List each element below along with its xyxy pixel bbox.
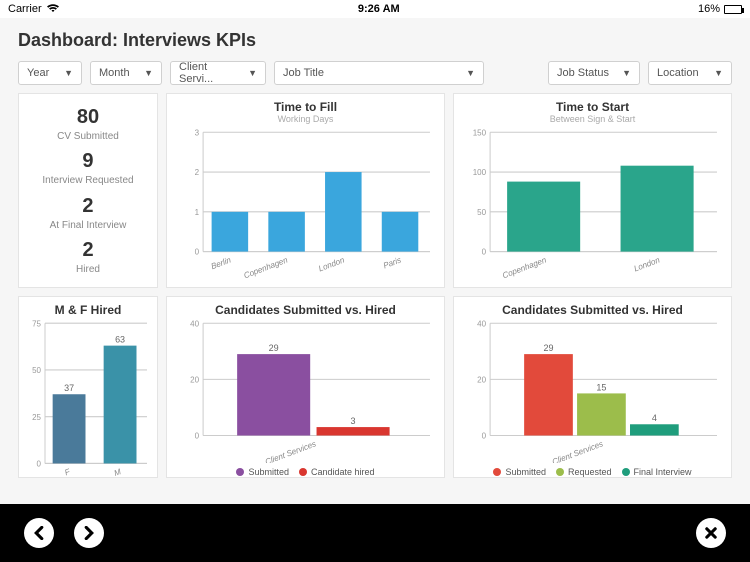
svg-text:37: 37 — [64, 383, 74, 393]
svg-text:0: 0 — [482, 248, 487, 257]
svg-text:M: M — [113, 467, 123, 478]
battery-icon — [724, 5, 742, 14]
legend-item: Submitted — [236, 467, 289, 477]
svg-text:20: 20 — [190, 375, 199, 384]
chevron-down-icon: ▼ — [466, 68, 475, 78]
svg-text:100: 100 — [473, 168, 487, 177]
kpi-item: 2 At Final Interview — [50, 195, 127, 231]
chevron-down-icon: ▼ — [144, 68, 153, 78]
svg-text:29: 29 — [543, 343, 553, 353]
chart-time-to-fill: Time to Fill Working Days 0 1 2 3 Berlin Cope… — [166, 93, 445, 288]
chart-title: Time to Fill — [175, 100, 436, 114]
battery-pct: 16% — [698, 3, 720, 15]
chart-mf-hired: M & F Hired 0 25 50 75 37 F 63 M — [18, 296, 158, 478]
carrier-label: Carrier — [8, 3, 42, 15]
svg-text:3: 3 — [195, 128, 200, 137]
chart-subtitle: Between Sign & Start — [462, 114, 723, 124]
page-title: Dashboard: Interviews KPIs — [18, 24, 732, 61]
svg-text:Client Services: Client Services — [264, 439, 317, 462]
filter-client-servi-[interactable]: Client Servi...▼ — [170, 61, 266, 85]
svg-text:40: 40 — [477, 319, 486, 328]
legend-swatch — [622, 468, 630, 476]
svg-text:London: London — [633, 255, 662, 273]
kpi-item: 2 Hired — [76, 239, 100, 275]
legend-swatch — [493, 468, 501, 476]
svg-text:Berlin: Berlin — [210, 255, 233, 271]
chevron-down-icon: ▼ — [248, 68, 257, 78]
kpi-label: Hired — [76, 264, 100, 275]
kpi-value: 2 — [82, 195, 93, 218]
legend-item: Submitted — [493, 467, 546, 477]
svg-text:50: 50 — [32, 366, 41, 375]
svg-text:Client Services: Client Services — [551, 439, 604, 462]
chart-title: Candidates Submitted vs. Hired — [175, 303, 436, 317]
close-button[interactable] — [696, 518, 726, 548]
chevron-down-icon: ▼ — [622, 68, 631, 78]
legend-swatch — [556, 468, 564, 476]
status-bar: Carrier 9:26 AM 16% — [0, 0, 750, 18]
chart-subtitle: Working Days — [175, 114, 436, 124]
kpi-summary-card: 80 CV Submitted 9 Interview Requested 2 At Fi… — [18, 93, 158, 288]
filter-bar: Year▼ Month▼ Client Servi...▼ Job Title▼ Job… — [18, 61, 732, 85]
filter-location[interactable]: Location▼ — [648, 61, 732, 85]
kpi-value: 2 — [82, 239, 93, 262]
prev-button[interactable] — [24, 518, 54, 548]
svg-text:London: London — [317, 255, 346, 273]
svg-text:Paris: Paris — [382, 255, 402, 270]
svg-text:2: 2 — [195, 168, 200, 177]
next-button[interactable] — [74, 518, 104, 548]
svg-text:Copenhagen: Copenhagen — [501, 255, 548, 280]
filter-year[interactable]: Year▼ — [18, 61, 82, 85]
svg-text:40: 40 — [190, 319, 199, 328]
chevron-down-icon: ▼ — [64, 68, 73, 78]
legend-swatch — [299, 468, 307, 476]
svg-text:0: 0 — [195, 432, 200, 441]
svg-text:0: 0 — [195, 248, 200, 257]
filter-job-title[interactable]: Job Title▼ — [274, 61, 484, 85]
legend-item: Final Interview — [622, 467, 692, 477]
wifi-icon — [46, 3, 60, 16]
svg-text:29: 29 — [269, 343, 279, 353]
chart-sub-vs-hired-b: Candidates Submitted vs. Hired 0 20 40 29 15… — [453, 296, 732, 478]
svg-text:150: 150 — [473, 128, 487, 137]
filter-job-status[interactable]: Job Status▼ — [548, 61, 640, 85]
svg-text:1: 1 — [195, 208, 200, 217]
kpi-label: Interview Requested — [42, 175, 133, 186]
filter-month[interactable]: Month▼ — [90, 61, 162, 85]
svg-text:63: 63 — [115, 334, 125, 344]
chart-time-to-start: Time to Start Between Sign & Start 0 50 10… — [453, 93, 732, 288]
chart-legend: Submitted Requested Final Interview — [462, 463, 723, 477]
kpi-label: CV Submitted — [57, 131, 119, 142]
svg-text:4: 4 — [652, 413, 657, 423]
svg-text:15: 15 — [596, 382, 606, 392]
svg-text:0: 0 — [37, 459, 42, 468]
svg-text:Copenhagen: Copenhagen — [243, 255, 290, 280]
chevron-down-icon: ▼ — [714, 68, 723, 78]
chart-sub-vs-hired-a: Candidates Submitted vs. Hired 0 20 40 29 3 C… — [166, 296, 445, 478]
svg-text:F: F — [64, 467, 73, 478]
svg-text:50: 50 — [477, 208, 486, 217]
chart-title: Time to Start — [462, 100, 723, 114]
legend-item: Candidate hired — [299, 467, 375, 477]
kpi-item: 80 CV Submitted — [57, 106, 119, 142]
svg-text:20: 20 — [477, 375, 486, 384]
kpi-value: 9 — [82, 150, 93, 173]
dashboard-content: Dashboard: Interviews KPIs Year▼ Month▼ Cl… — [0, 18, 750, 504]
svg-text:75: 75 — [32, 319, 41, 328]
svg-text:0: 0 — [482, 432, 487, 441]
chart-legend: Submitted Candidate hired — [175, 463, 436, 477]
svg-text:3: 3 — [351, 416, 356, 426]
kpi-label: At Final Interview — [50, 220, 127, 231]
bottom-navbar — [0, 504, 750, 562]
chart-title: M & F Hired — [23, 303, 153, 317]
kpi-value: 80 — [77, 106, 99, 129]
svg-text:25: 25 — [32, 413, 41, 422]
clock: 9:26 AM — [358, 3, 400, 15]
legend-swatch — [236, 468, 244, 476]
legend-item: Requested — [556, 467, 612, 477]
kpi-item: 9 Interview Requested — [42, 150, 133, 186]
chart-title: Candidates Submitted vs. Hired — [462, 303, 723, 317]
